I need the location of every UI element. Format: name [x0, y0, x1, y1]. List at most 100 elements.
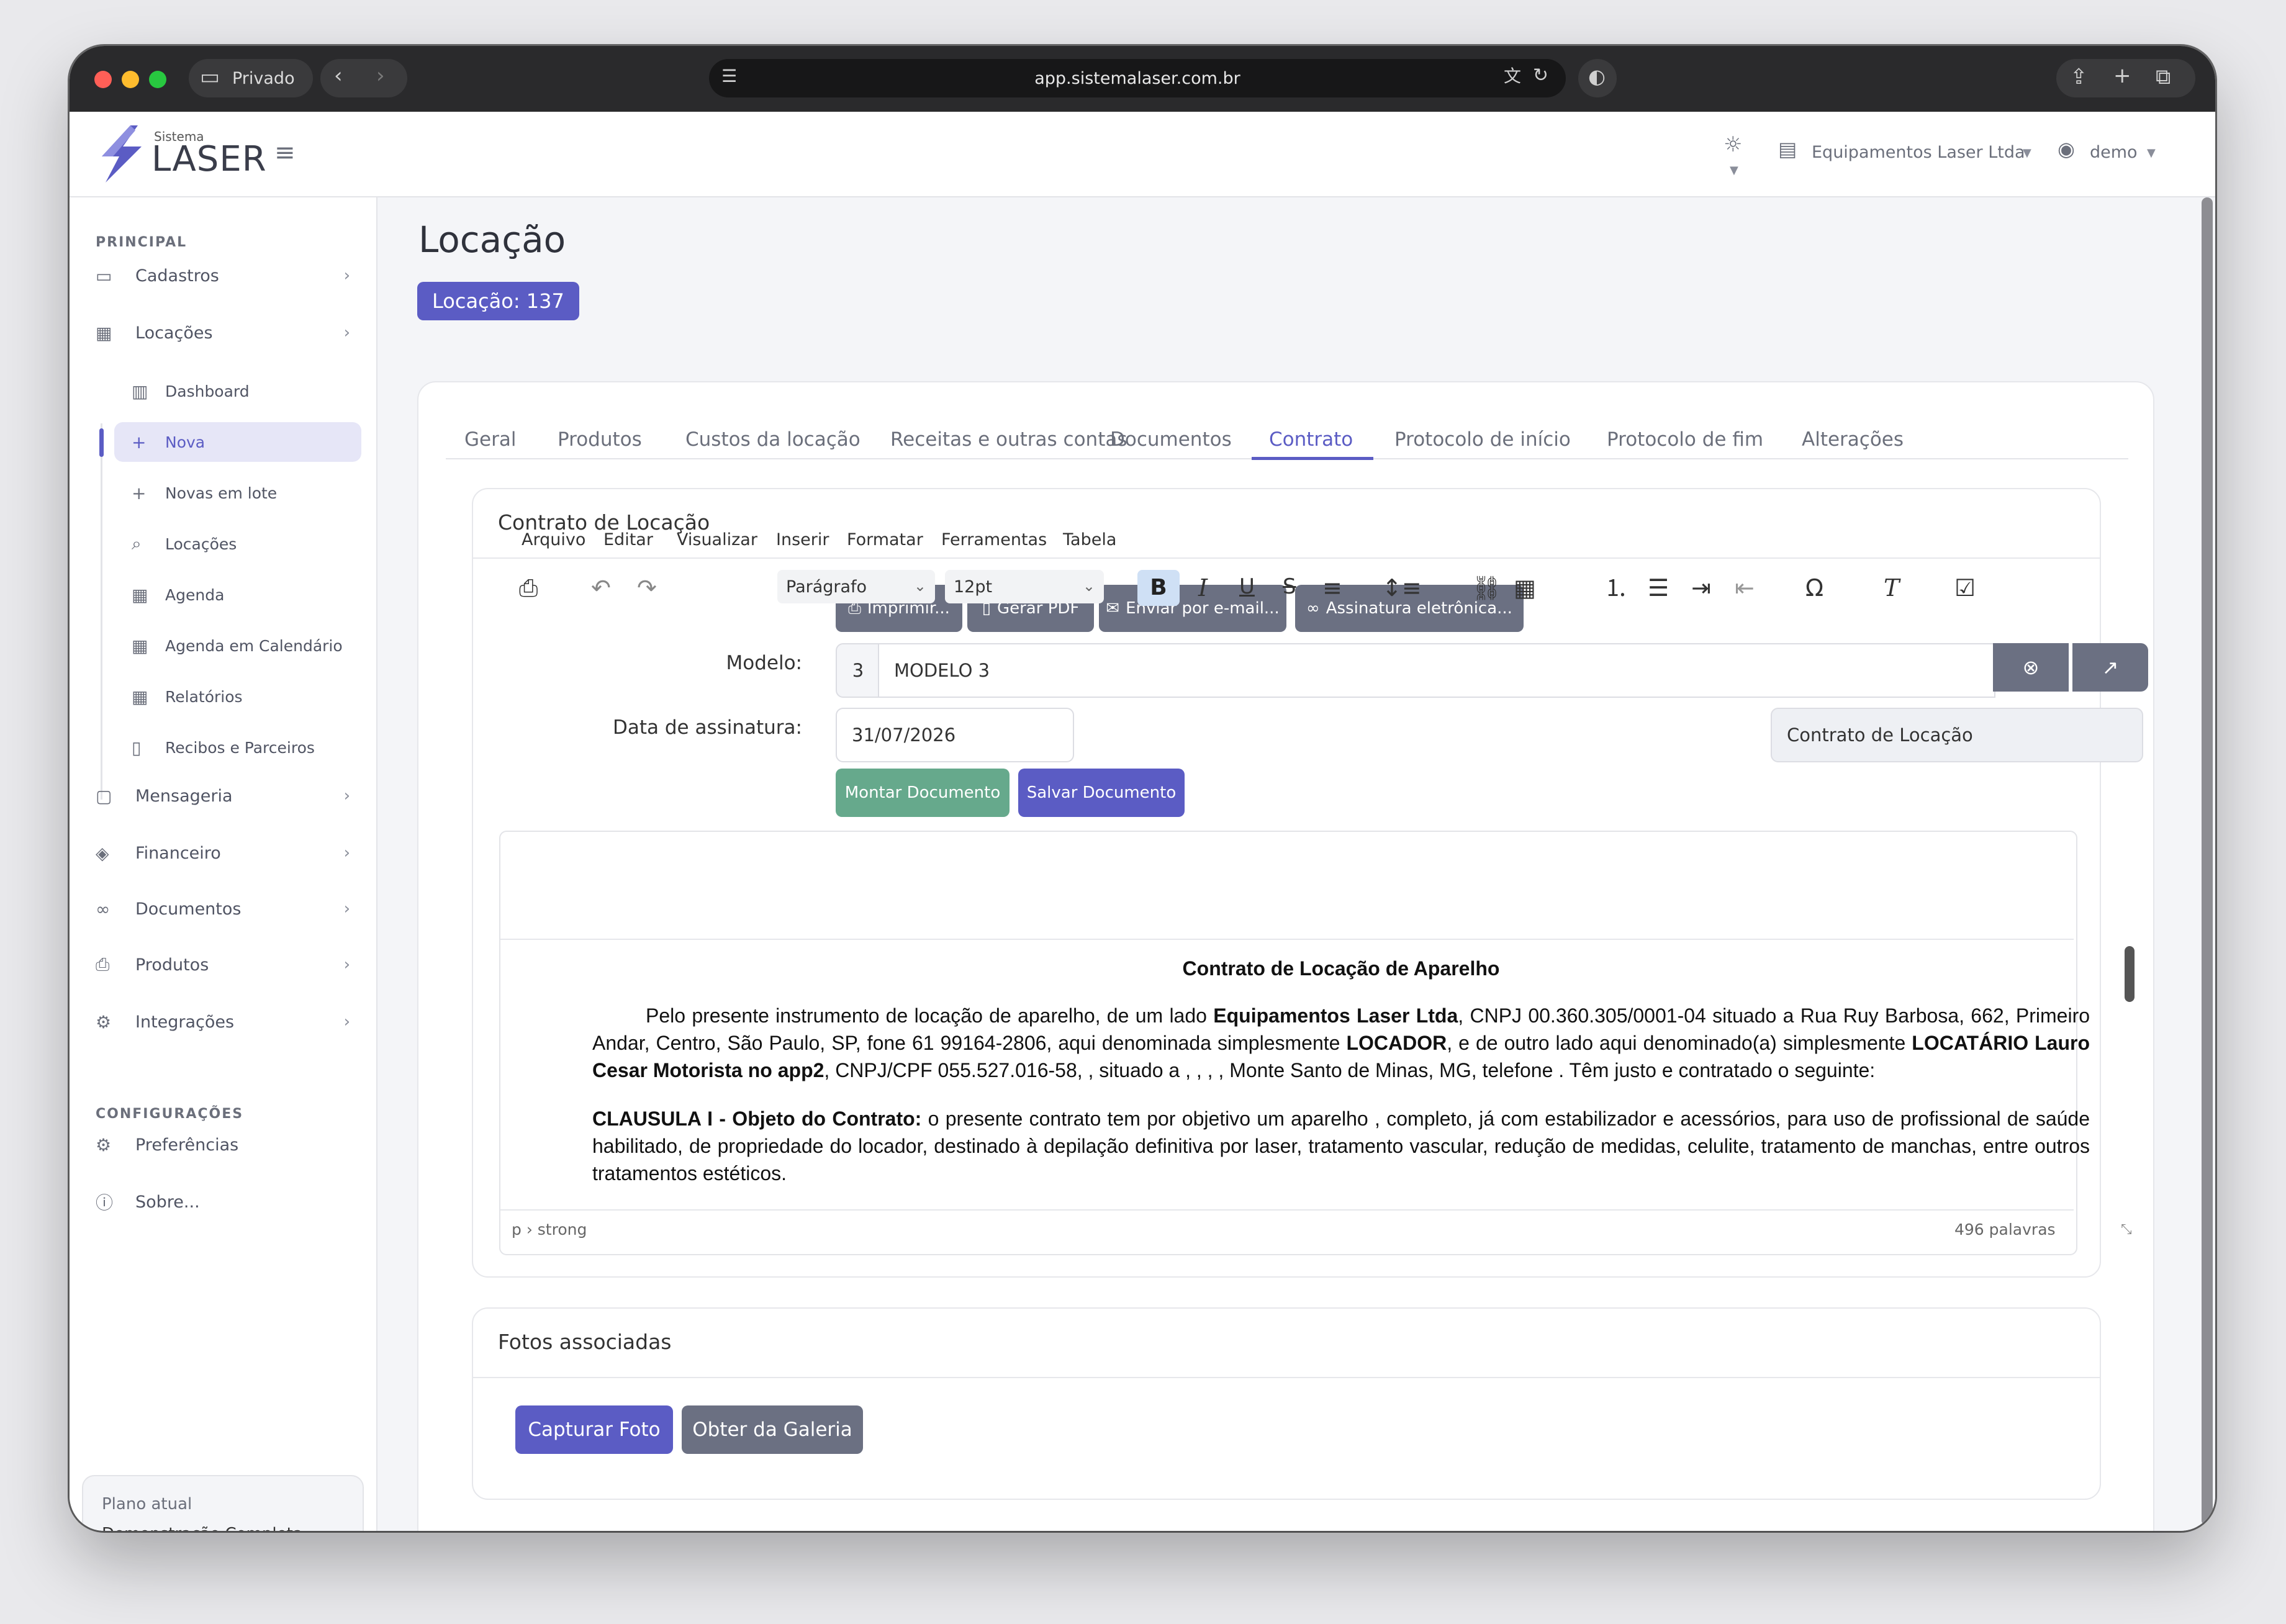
forward-icon[interactable]: ›	[376, 65, 385, 86]
italic-icon[interactable]: I	[1198, 576, 1208, 600]
close-window-button[interactable]	[94, 71, 112, 88]
capture-photo-button[interactable]: Capturar Foto	[515, 1405, 673, 1454]
sidebar-item-cadastros[interactable]: ▭ Cadastros ›	[96, 256, 350, 295]
hamburger-menu-icon[interactable]: ≡	[274, 140, 296, 165]
document-content[interactable]: Contrato de Locação de Aparelho Pelo pre…	[592, 955, 2090, 1187]
plan-value: Demonstração Completa	[102, 1525, 303, 1531]
link-icon[interactable]: ⛓	[1471, 576, 1501, 600]
share-icon[interactable]: ⇪	[2070, 66, 2088, 88]
section-configuracoes: CONFIGURAÇÕES	[96, 1106, 244, 1122]
menu-arquivo[interactable]: Arquivo	[522, 530, 585, 549]
strikethrough-icon[interactable]: S	[1283, 576, 1296, 597]
redo-icon[interactable]: ↷	[637, 576, 657, 600]
data-assinatura-input[interactable]: 31/07/2026	[836, 708, 1074, 762]
checkbox-icon[interactable]: ☑	[1954, 576, 1976, 600]
private-sidebar-toggle[interactable]: ▭ Privado	[189, 59, 313, 97]
table-icon[interactable]: ▦	[1514, 576, 1536, 600]
underline-icon[interactable]: U	[1239, 576, 1255, 597]
sidebar-item-financeiro[interactable]: ◈ Financeiro ›	[96, 833, 350, 873]
undo-icon[interactable]: ↶	[591, 576, 611, 600]
numbered-list-icon[interactable]: ⒈	[1604, 576, 1628, 600]
sidebar-sub-label: Agenda em Calendário	[165, 636, 343, 655]
sidebar-sub-relatorios[interactable]: ▦ Relatórios	[114, 677, 361, 716]
open-modelo-button[interactable]: ↗	[2072, 643, 2148, 692]
modelo-number-field[interactable]: 3	[836, 643, 880, 698]
theme-toggle-icon[interactable]: ☼	[1724, 134, 1742, 155]
app-header: Sistema LASER ≡ ☼ ▼ ▤ Equipamentos Laser…	[70, 112, 2215, 197]
font-size-select[interactable]: 12pt ⌄	[945, 570, 1104, 603]
main-content: Locação Locação: 137 Geral Produtos Cust…	[377, 197, 2215, 1531]
tab-overview-icon[interactable]: ⧉	[2156, 66, 2171, 88]
sidebar-sub-nova[interactable]: + Nova	[114, 422, 361, 462]
reload-icon[interactable]: ↻	[1533, 66, 1548, 85]
special-char-icon[interactable]: Ω	[1805, 576, 1823, 600]
page-scrollbar[interactable]	[2202, 197, 2213, 1526]
print-icon[interactable]: ⎙	[519, 576, 538, 600]
sidebar-sub-agenda-calendario[interactable]: ▦ Agenda em Calendário	[114, 626, 361, 665]
clear-format-icon[interactable]: T	[1884, 576, 1899, 600]
tab-custos[interactable]: Custos da locação	[685, 428, 861, 451]
chevron-right-icon: ›	[343, 844, 350, 862]
bullet-list-icon[interactable]: ☰	[1648, 576, 1669, 600]
resize-handle-icon[interactable]: ⤡	[2121, 1222, 2132, 1237]
montar-documento-button[interactable]: Montar Documento	[836, 769, 1010, 817]
sidebar-sub-dashboard[interactable]: ▥ Dashboard	[114, 371, 361, 411]
tab-alteracoes[interactable]: Alterações	[1802, 428, 1904, 451]
sidebar-sub-agenda[interactable]: ▦ Agenda	[114, 575, 361, 615]
menu-formatar[interactable]: Formatar	[847, 530, 923, 549]
sidebar-icon: ▭	[200, 65, 220, 89]
sidebar-sub-locacoes[interactable]: ⌕ Locações	[114, 524, 361, 564]
minimize-window-button[interactable]	[122, 71, 139, 88]
sidebar-item-documentos[interactable]: ∞ Documentos ›	[96, 889, 350, 929]
new-tab-icon[interactable]: +	[2113, 65, 2131, 86]
chevron-right-icon: ›	[343, 787, 350, 805]
line-height-icon[interactable]: ↕≡	[1382, 576, 1422, 600]
sidebar-sub-label: Dashboard	[165, 382, 250, 400]
tab-protocolo-fim[interactable]: Protocolo de fim	[1607, 428, 1763, 451]
menu-visualizar[interactable]: Visualizar	[677, 530, 757, 549]
browser-titlebar: ▭ Privado ‹ › ☰ app.sistemalaser.com.br …	[70, 46, 2215, 112]
montar-button-label: Montar Documento	[844, 783, 1001, 802]
sidebar-item-sobre[interactable]: ⓘ Sobre...	[96, 1182, 350, 1222]
shield-button[interactable]: ◐	[1578, 59, 1617, 97]
align-left-icon[interactable]: ≡	[1322, 576, 1342, 600]
back-icon[interactable]: ‹	[334, 65, 343, 86]
tab-geral[interactable]: Geral	[464, 428, 516, 451]
document-title: Contrato de Locação de Aparelho	[1182, 957, 1500, 980]
menu-ferramentas[interactable]: Ferramentas	[941, 530, 1047, 549]
tab-contrato[interactable]: Contrato	[1269, 428, 1353, 451]
sidebar-item-locacoes[interactable]: ▦ Locações ›	[96, 313, 350, 353]
user-menu[interactable]: demo	[2090, 143, 2138, 162]
sidebar-sub-recibos[interactable]: ▯ Recibos e Parceiros	[114, 728, 361, 767]
menu-tabela[interactable]: Tabela	[1063, 530, 1116, 549]
gallery-button[interactable]: Obter da Galeria	[682, 1405, 863, 1454]
outdent-icon[interactable]: ⇤	[1735, 576, 1755, 600]
menu-editar[interactable]: Editar	[603, 530, 653, 549]
tab-produtos[interactable]: Produtos	[558, 428, 642, 451]
tipo-modelo-field: Contrato de Locação	[1771, 708, 2143, 762]
sidebar-sub-novas-lote[interactable]: + Novas em lote	[114, 473, 361, 513]
tab-documentos[interactable]: Documentos	[1110, 428, 1232, 451]
clear-modelo-button[interactable]: ⊗	[1993, 643, 2069, 692]
translate-icon[interactable]: 文	[1504, 68, 1521, 85]
send-email-button[interactable]: ✉ Enviar por e-mail...	[1099, 585, 1286, 632]
menu-inserir[interactable]: Inserir	[776, 530, 829, 549]
sidebar-item-integracoes[interactable]: ⚙ Integrações ›	[96, 1002, 350, 1042]
company-selector[interactable]: Equipamentos Laser Ltda	[1812, 143, 2025, 162]
tab-receitas[interactable]: Receitas e outras contas	[890, 428, 1127, 451]
modelo-name-field[interactable]: MODELO 3	[878, 643, 1995, 698]
sidebar-item-mensageria[interactable]: ▢ Mensageria ›	[96, 776, 350, 816]
indent-icon[interactable]: ⇥	[1691, 576, 1711, 600]
data-assinatura-label: Data de assinatura:	[612, 716, 802, 739]
zoom-window-button[interactable]	[149, 71, 166, 88]
sidebar-item-preferencias[interactable]: ⚙ Preferências	[96, 1125, 350, 1165]
tab-protocolo-inicio[interactable]: Protocolo de início	[1394, 428, 1571, 451]
address-bar[interactable]: ☰ app.sistemalaser.com.br 文 ↻	[709, 59, 1566, 97]
block-format-select[interactable]: Parágrafo ⌄	[777, 570, 935, 603]
sidebar-item-produtos[interactable]: ⎙ Produtos ›	[96, 945, 350, 985]
salvar-documento-button[interactable]: Salvar Documento	[1018, 769, 1185, 817]
editor-scrollbar[interactable]	[2125, 946, 2135, 1002]
bold-button[interactable]: B	[1137, 570, 1180, 606]
plan-label: Plano atual	[102, 1495, 192, 1513]
shield-icon: ◐	[1588, 65, 1606, 88]
